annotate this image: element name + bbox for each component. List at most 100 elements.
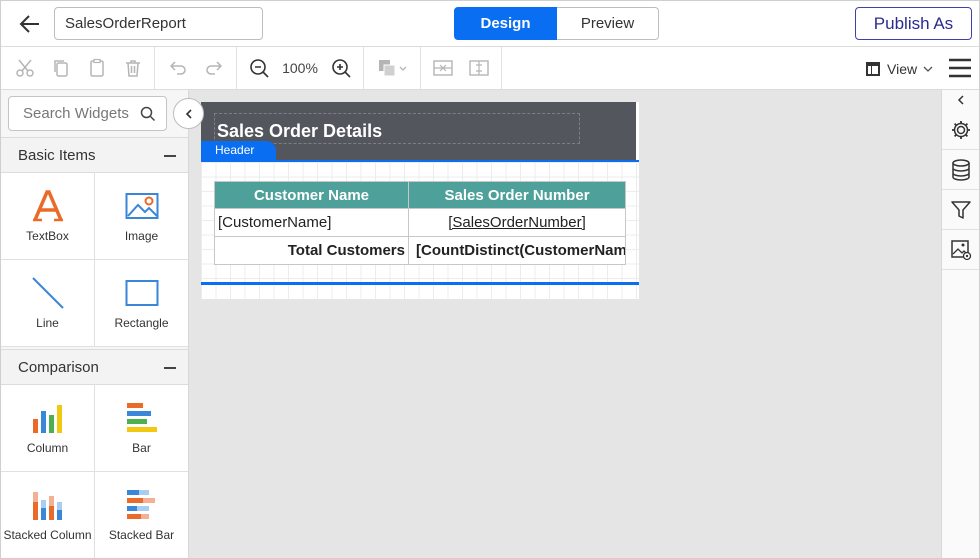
arrow-left-icon — [19, 15, 39, 33]
zoom-in-icon — [332, 59, 351, 78]
widget-panel: Basic Items TextBox Image Line Rectangle… — [1, 90, 189, 558]
report-title-textbox[interactable]: Sales Order Details — [214, 113, 580, 144]
image-icon — [125, 193, 158, 219]
footer-section[interactable] — [201, 285, 639, 299]
menu-icon[interactable] — [947, 56, 973, 80]
view-label: View — [887, 61, 918, 77]
zoom-group: 100% — [237, 47, 364, 89]
copy-icon — [54, 60, 68, 77]
line-icon — [31, 277, 64, 309]
design-tab[interactable]: Design — [454, 7, 557, 40]
fill-color-button[interactable] — [373, 47, 413, 89]
collapse-panel-button[interactable] — [173, 98, 204, 129]
align-group — [421, 47, 502, 89]
table-header-row: Customer Name Sales Order Number — [214, 181, 626, 209]
back-button[interactable] — [15, 9, 45, 39]
filter-icon — [951, 200, 971, 219]
align-center-icon — [469, 60, 489, 76]
widget-stacked-column-chart[interactable]: Stacked Column — [1, 472, 95, 558]
widget-stacked-bar-chart[interactable]: Stacked Bar — [95, 472, 188, 558]
image-manager-button[interactable] — [942, 230, 979, 270]
table-total-row: Total Customers [CountDistinct(CustomerN… — [214, 236, 626, 265]
align-middle-button[interactable] — [425, 47, 461, 89]
properties-button[interactable] — [942, 110, 979, 150]
view-dropdown[interactable]: View — [865, 57, 933, 81]
copy-button[interactable] — [43, 47, 79, 89]
widget-image[interactable]: Image — [95, 173, 188, 260]
widget-label: Line — [36, 316, 59, 330]
cell-customer-name[interactable]: [CustomerName] — [214, 208, 409, 237]
widget-label: Bar — [132, 441, 151, 455]
table-row: [CustomerName] [SalesOrderNumber] — [214, 208, 626, 237]
cell-total-value[interactable]: [CountDistinct(CustomerName)] — [408, 236, 626, 265]
section-title: Basic Items — [18, 146, 96, 164]
widget-bar-chart[interactable]: Bar — [95, 385, 188, 472]
search-box — [8, 96, 167, 131]
cell-sales-order-number[interactable]: [SalesOrderNumber] — [408, 208, 626, 237]
publish-as-button[interactable]: Publish As — [855, 7, 972, 40]
widget-textbox[interactable]: TextBox — [1, 173, 95, 260]
widget-label: Stacked Column — [3, 528, 92, 542]
paste-button[interactable] — [79, 47, 115, 89]
preview-tab[interactable]: Preview — [557, 7, 659, 40]
redo-button[interactable] — [196, 47, 232, 89]
delete-icon — [126, 60, 140, 77]
data-source-button[interactable] — [942, 150, 979, 190]
column-chart-icon — [32, 405, 62, 433]
fill-color-icon — [379, 60, 407, 77]
widget-label: Rectangle — [114, 316, 169, 330]
stacked-bar-chart-icon — [126, 490, 155, 519]
zoom-level: 100% — [282, 60, 318, 76]
basic-items-grid: TextBox Image Line Rectangle — [1, 173, 188, 347]
widget-line[interactable]: Line — [1, 260, 95, 347]
header-tag: Header — [201, 141, 276, 160]
comparison-grid: Column Bar Stacked Column Stacked Bar — [1, 385, 188, 558]
filter-button[interactable] — [942, 190, 979, 230]
settings-icon — [952, 120, 970, 139]
widget-label: TextBox — [26, 229, 69, 243]
cut-icon — [16, 59, 34, 77]
stacked-column-chart-icon — [32, 492, 62, 520]
undo-button[interactable] — [160, 47, 196, 89]
search-icon[interactable] — [140, 106, 156, 122]
expand-panel-button[interactable] — [942, 90, 979, 110]
cell-total-label[interactable]: Total Customers — [214, 236, 409, 265]
report-page[interactable]: Sales Order Details Header Customer Name… — [201, 102, 639, 299]
align-center-button[interactable] — [461, 47, 497, 89]
design-canvas[interactable]: Sales Order Details Header Customer Name… — [189, 90, 941, 558]
collapse-left-icon — [957, 95, 964, 105]
sales-order-table[interactable]: Customer Name Sales Order Number [Custom… — [214, 181, 626, 265]
header-cell-customer-name[interactable]: Customer Name — [214, 181, 409, 209]
section-basic-items[interactable]: Basic Items — [1, 137, 188, 173]
undo-icon — [169, 61, 186, 75]
bar-chart-icon — [126, 403, 157, 432]
toolbar: 100% View — [1, 47, 979, 90]
rectangle-icon — [125, 280, 158, 306]
widget-label: Column — [26, 441, 69, 455]
widget-label: Image — [124, 229, 159, 243]
header-cell-sales-order-number[interactable]: Sales Order Number — [408, 181, 626, 209]
properties-panel — [941, 90, 979, 558]
redo-icon — [206, 61, 223, 75]
view-layout-icon — [866, 62, 880, 76]
collapse-section-icon[interactable] — [164, 367, 176, 369]
collapse-section-icon[interactable] — [164, 155, 176, 157]
chevron-left-icon — [185, 108, 192, 119]
zoom-in-button[interactable] — [323, 47, 359, 89]
cut-button[interactable] — [7, 47, 43, 89]
delete-button[interactable] — [115, 47, 151, 89]
section-comparison[interactable]: Comparison — [1, 349, 188, 385]
history-group — [155, 47, 237, 89]
report-name-input[interactable] — [54, 7, 263, 40]
widget-column-chart[interactable]: Column — [1, 385, 95, 472]
chevron-down-icon — [923, 66, 933, 72]
fill-group — [364, 47, 421, 89]
widget-rectangle[interactable]: Rectangle — [95, 260, 188, 347]
search-widgets-input[interactable] — [9, 97, 137, 130]
section-title: Comparison — [18, 358, 99, 376]
sales-order-number-link[interactable]: [SalesOrderNumber] — [448, 214, 586, 231]
align-middle-icon — [433, 60, 453, 76]
textbox-icon — [32, 190, 63, 222]
edit-group — [7, 47, 155, 89]
zoom-out-button[interactable] — [241, 47, 277, 89]
